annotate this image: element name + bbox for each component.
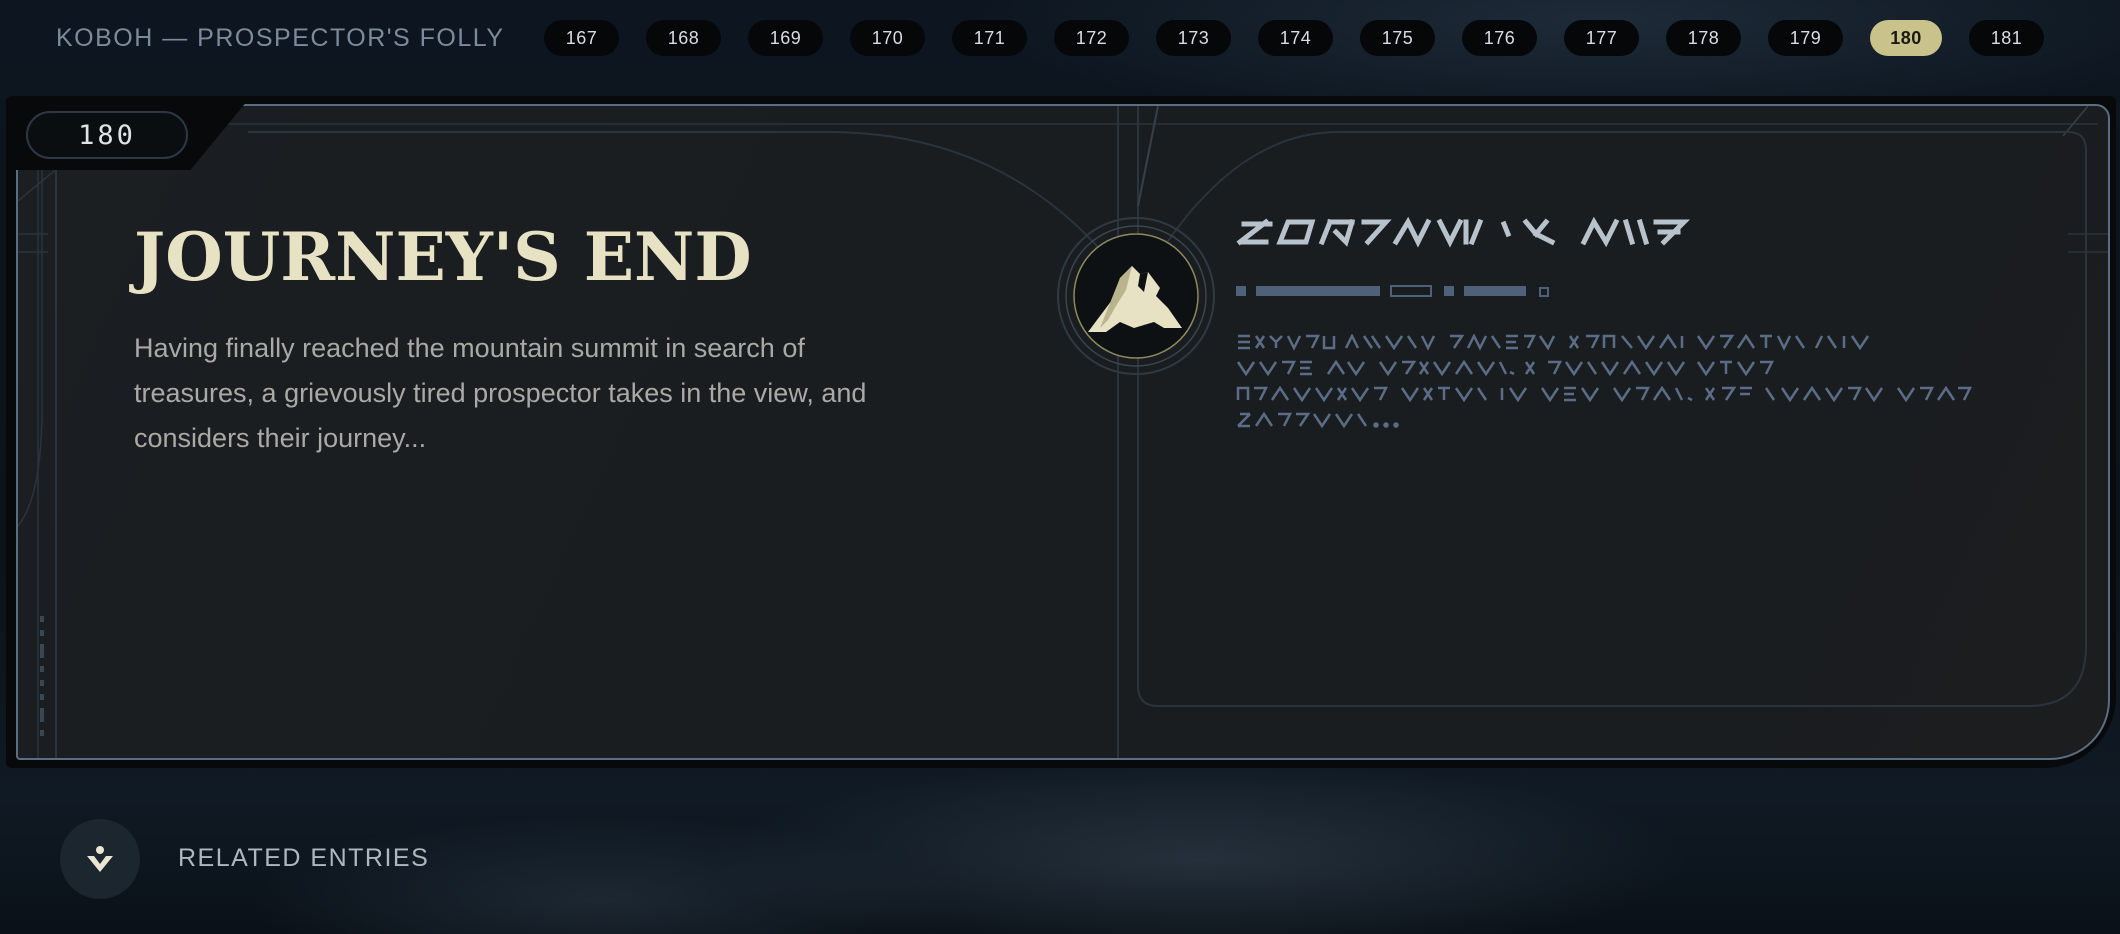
page-tab-180-active[interactable]: 180 (1870, 20, 1942, 56)
entry-number-badge: 180 (26, 111, 188, 159)
page-tab-178[interactable]: 178 (1666, 20, 1741, 56)
page-tab-176[interactable]: 176 (1462, 20, 1537, 56)
page-tab-175[interactable]: 175 (1360, 20, 1435, 56)
page-tab-170[interactable]: 170 (850, 20, 925, 56)
page-tab-171[interactable]: 171 (952, 20, 1027, 56)
aurebesh-description-glyphs (1236, 334, 1973, 429)
breadcrumb: KOBOH — PROSPECTOR'S FOLLY (56, 24, 505, 52)
entry-title: JOURNEY'S END (134, 218, 752, 296)
page-tab-167[interactable]: 167 (544, 20, 619, 56)
aurebesh-title-glyphs (1236, 216, 1691, 248)
aurebesh-divider-bars (1236, 285, 1549, 297)
page-tab-168[interactable]: 168 (646, 20, 721, 56)
page-tab-174[interactable]: 174 (1258, 20, 1333, 56)
page-tab-177[interactable]: 177 (1564, 20, 1639, 56)
related-entries-label[interactable]: RELATED ENTRIES (178, 844, 429, 873)
mountain-emblem-icon (1057, 217, 1215, 375)
page-tab-179[interactable]: 179 (1768, 20, 1843, 56)
related-entries-icon (87, 846, 113, 872)
entry-page-tabs: 167 168 169 170 171 172 173 174 175 176 … (544, 20, 2044, 56)
page-tab-181[interactable]: 181 (1969, 20, 2044, 56)
page-tab-173[interactable]: 173 (1156, 20, 1231, 56)
page-tab-172[interactable]: 172 (1054, 20, 1129, 56)
entry-description: Having finally reached the mountain summ… (134, 333, 867, 453)
page-tab-169[interactable]: 169 (748, 20, 823, 56)
related-entries-button[interactable] (60, 819, 140, 899)
